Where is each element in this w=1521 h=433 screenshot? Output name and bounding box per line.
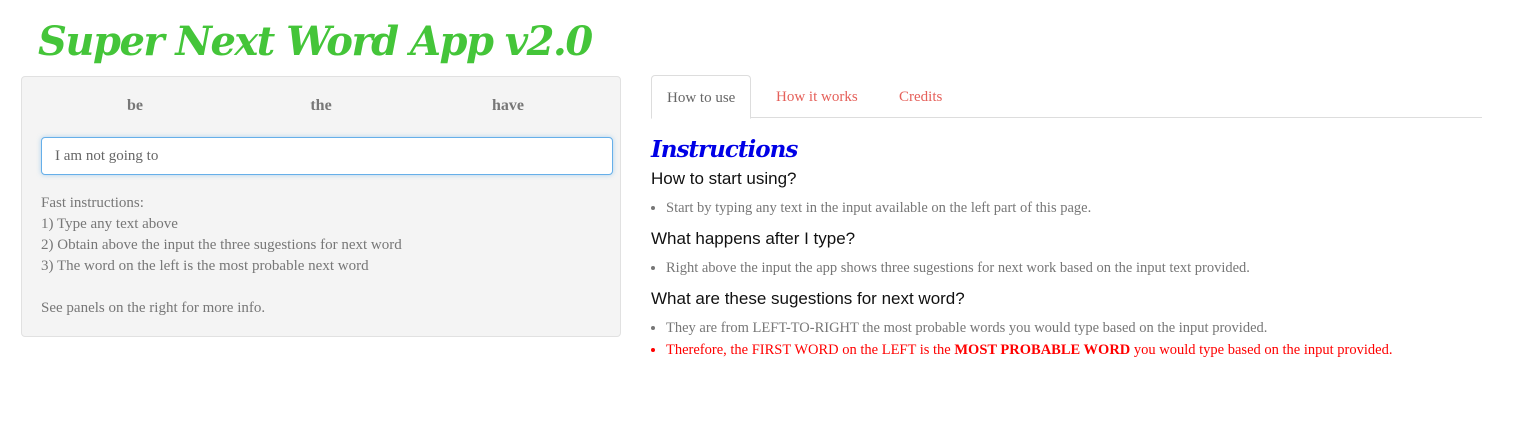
input-panel: be the have Fast instructions: 1) Type a…: [21, 76, 621, 337]
tab-content: Instructions How to start using? Start b…: [651, 136, 1511, 371]
answer-list: Start by typing any text in the input av…: [651, 197, 1511, 219]
highlight-text: you would type based on the input provid…: [1130, 342, 1393, 358]
fast-instructions: Fast instructions: 1) Type any text abov…: [41, 193, 402, 319]
suggestion-3[interactable]: have: [492, 97, 524, 115]
highlight-bold: MOST PROBABLE WORD: [954, 342, 1131, 358]
suggestion-1[interactable]: be: [127, 97, 143, 115]
fast-step: 3) The word on the left is the most prob…: [41, 258, 369, 274]
answer-item: Right above the input the app shows thre…: [666, 257, 1511, 279]
tab-how-to-use[interactable]: How to use: [651, 75, 752, 119]
app-title: Super Next Word App v2.0: [38, 18, 593, 65]
answer-item: Start by typing any text in the input av…: [666, 197, 1511, 219]
tab-how-it-works[interactable]: How it works: [761, 75, 873, 117]
highlight-item: Therefore, the FIRST WORD on the LEFT is…: [666, 339, 1511, 361]
text-input[interactable]: [41, 137, 613, 175]
answer-list: They are from LEFT-TO-RIGHT the most pro…: [651, 317, 1511, 361]
answer-list: Right above the input the app shows thre…: [651, 257, 1511, 279]
instructions-title: Instructions: [651, 136, 798, 163]
tab-credits[interactable]: Credits: [884, 75, 957, 117]
suggestion-2[interactable]: the: [310, 97, 331, 115]
question-heading: How to start using?: [651, 169, 797, 188]
question-heading: What happens after I type?: [651, 229, 856, 248]
highlight-text: Therefore, the FIRST WORD on the LEFT is…: [666, 342, 955, 358]
question-heading: What are these sugestions for next word?: [651, 289, 965, 308]
fast-step: 1) Type any text above: [41, 216, 178, 232]
answer-item: They are from LEFT-TO-RIGHT the most pro…: [666, 317, 1511, 339]
tab-bar: How to use How it works Credits: [651, 75, 1482, 119]
fast-step: 2) Obtain above the input the three suge…: [41, 237, 402, 253]
fast-instructions-footer: See panels on the right for more info.: [41, 300, 266, 316]
fast-instructions-heading: Fast instructions:: [41, 195, 144, 211]
